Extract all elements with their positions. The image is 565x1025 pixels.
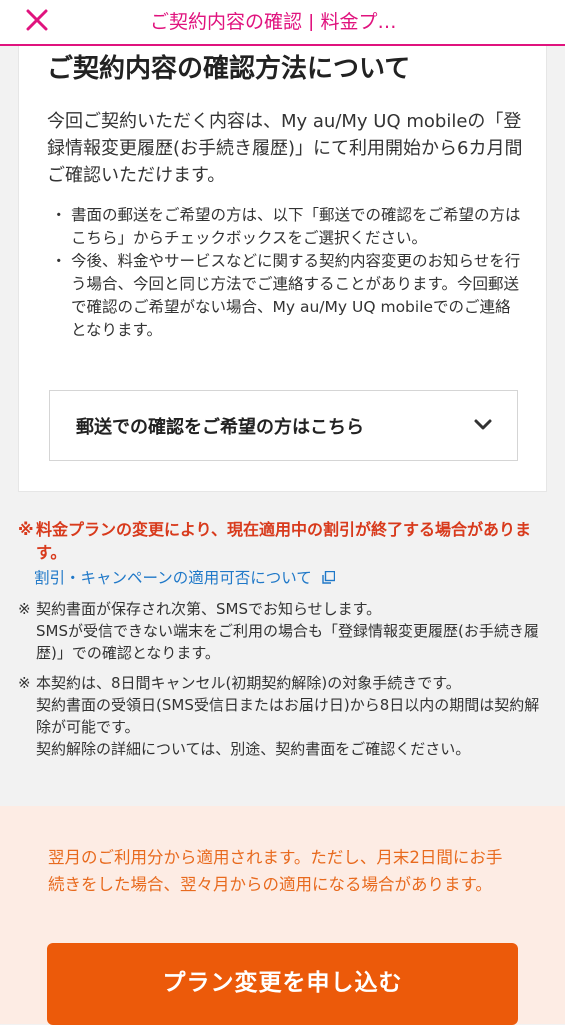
notes-section: ※ 料金プランの変更により、現在適用中の割引が終了する場合があります。 割引・キ… (18, 518, 550, 760)
note-mark: ※ (18, 520, 34, 539)
note-text: 契約書面が保存され次第、SMSでお知らせします。 SMSが受信できない端末をご利… (36, 600, 539, 662)
bullet-mark: ・ (51, 252, 67, 270)
sms-note: ※ 契約書面が保存され次第、SMSでお知らせします。 SMSが受信できない端末を… (18, 598, 550, 664)
note-mark: ※ (18, 674, 31, 692)
card-lead-text: 今回ご契約いただく内容は、My au/My UQ mobileの「登録情報変更履… (47, 111, 523, 186)
apply-timing-text: 翌月のご利用分から適用されます。ただし、月末2日間にお手続きをした場合、翌々月か… (48, 848, 503, 894)
list-item: ・ 今後、料金やサービスなどに関する契約内容変更のお知らせを行う場合、今回と同じ… (51, 250, 521, 342)
bullet-mark: ・ (51, 206, 67, 224)
mail-confirmation-accordion[interactable]: 郵送での確認をご希望の方はこちら (49, 390, 518, 461)
cancellation-note: ※ 本契約は、8日間キャンセル(初期契約解除)の対象手続きです。 契約書面の受領… (18, 672, 550, 760)
close-icon (26, 9, 48, 31)
apply-plan-change-button[interactable]: プラン変更を申し込む (47, 943, 518, 1025)
note-mark: ※ (18, 600, 31, 618)
page-title: ご契約内容の確認 | 料金プ… (150, 11, 397, 31)
card-title: ご契約内容の確認方法について (47, 54, 411, 84)
note-text: 本契約は、8日間キャンセル(初期契約解除)の対象手続きです。 契約書面の受領日(… (36, 674, 540, 758)
contract-confirmation-card: ご契約内容の確認方法について 今回ご契約いただく内容は、My au/My UQ … (18, 46, 547, 492)
close-button[interactable] (22, 4, 58, 40)
warning-text: 料金プランの変更により、現在適用中の割引が終了する場合があります。 (36, 520, 532, 562)
chevron-down-icon (474, 419, 492, 430)
bullet-text: 書面の郵送をご希望の方は、以下「郵送での確認をご希望の方はこちら」からチェックボ… (71, 206, 521, 247)
link-text: 割引・キャンペーンの適用可否について (34, 569, 312, 587)
list-item: ・ 書面の郵送をご希望の方は、以下「郵送での確認をご希望の方はこちら」からチェッ… (51, 204, 521, 250)
bullet-list: ・ 書面の郵送をご希望の方は、以下「郵送での確認をご希望の方はこちら」からチェッ… (51, 204, 521, 342)
bullet-text: 今後、料金やサービスなどに関する契約内容変更のお知らせを行う場合、今回と同じ方法… (71, 252, 521, 339)
discount-warning: ※ 料金プランの変更により、現在適用中の割引が終了する場合があります。 (18, 518, 550, 564)
header-bar: ご契約内容の確認 | 料金プ… (0, 0, 565, 46)
external-link-icon (322, 571, 335, 584)
accordion-label: 郵送での確認をご希望の方はこちら (76, 417, 364, 438)
discount-campaign-link[interactable]: 割引・キャンペーンの適用可否について (34, 566, 550, 590)
bottom-action-area: 翌月のご利用分から適用されます。ただし、月末2日間にお手続きをした場合、翌々月か… (0, 806, 565, 1025)
